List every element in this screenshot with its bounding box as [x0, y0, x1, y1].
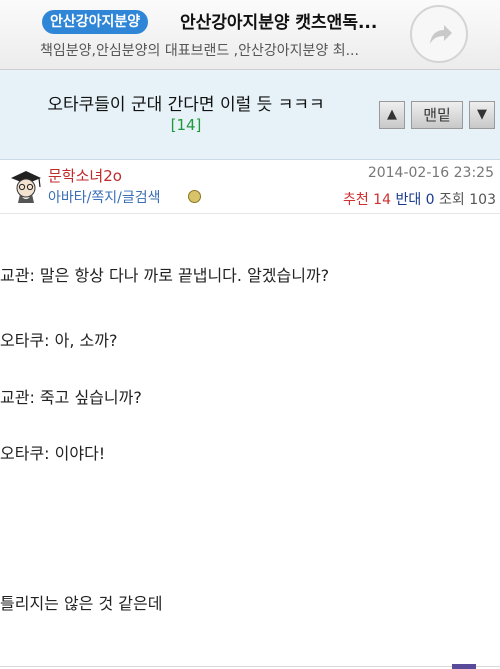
scroll-down-button[interactable]: ▼ — [469, 101, 495, 129]
scroll-bottom-button[interactable]: 맨밑 — [411, 101, 463, 129]
body-line: 교관: 말은 항상 다나 까로 끝냅니다. 알겠습니까? — [0, 266, 330, 285]
ad-badge[interactable]: 안산강아지분양 — [42, 10, 149, 34]
oppose-count: 0 — [425, 192, 435, 208]
author-menu-links[interactable]: 아바타/쪽지/글검색 — [48, 187, 160, 207]
avatar[interactable] — [8, 167, 44, 205]
post-title-bar: 오타쿠들이 군대 간다면 이럴 듯 ㅋㅋㅋ [14] ▲ 맨밑 ▼ — [0, 70, 500, 160]
medal-icon — [188, 190, 201, 203]
body-line: 오타쿠: 이야다! — [0, 444, 106, 463]
comment-count[interactable]: [14] — [0, 116, 372, 134]
ad-title[interactable]: 안산강아지분양 캣츠앤독... — [180, 8, 405, 33]
author-info: 문학소녀2o 아바타/쪽지/글검색 2014-02-16 23:25 추천 14… — [0, 160, 500, 214]
oppose-label: 반대 — [395, 192, 422, 208]
post-title: 오타쿠들이 군대 간다면 이럴 듯 ㅋㅋㅋ — [47, 95, 325, 115]
divider — [0, 666, 500, 667]
scroll-up-button[interactable]: ▲ — [379, 101, 405, 129]
post-body: 교관: 말은 항상 다나 까로 끝냅니다. 알겠습니까? 오타쿠: 아, 소까?… — [0, 214, 500, 667]
ad-banner[interactable]: 안산강아지분양 안산강아지분양 캣츠앤독... 책임분양,안심분양의 대표브랜드… — [0, 0, 500, 70]
author-nickname[interactable]: 문학소녀2o — [48, 165, 122, 186]
body-line: 틀리지는 않은 것 같은데 — [0, 594, 163, 613]
ad-share-button[interactable] — [410, 5, 468, 63]
post-date: 2014-02-16 23:25 — [367, 165, 494, 181]
ad-subtitle[interactable]: 책임분양,안심분양의 대표브랜드 ,안산강아지분양 최... — [40, 40, 400, 60]
recommend-label: 추천 — [342, 192, 369, 208]
views-count: 103 — [469, 192, 496, 208]
footer-accent — [452, 664, 476, 669]
views-label: 조회 — [439, 192, 465, 208]
post-stats: 추천 14 반대 0 조회 103 — [343, 189, 496, 209]
recommend-count: 14 — [373, 192, 391, 208]
body-line: 오타쿠: 아, 소까? — [0, 331, 118, 350]
share-arrow-icon — [430, 25, 452, 44]
body-line: 교관: 죽고 싶습니까? — [0, 388, 142, 407]
